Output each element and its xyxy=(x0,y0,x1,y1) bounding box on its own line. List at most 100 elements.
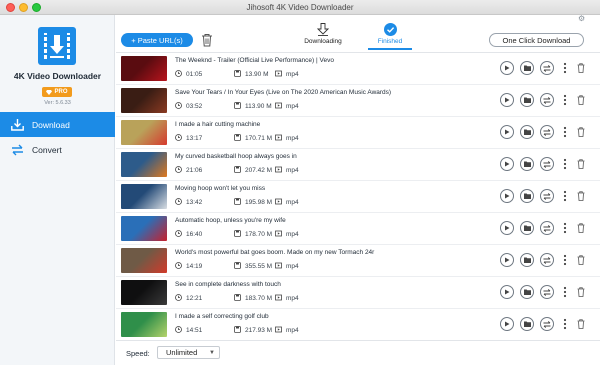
video-thumbnail[interactable] xyxy=(121,120,167,145)
open-folder-button[interactable] xyxy=(520,61,534,75)
clock-icon xyxy=(175,198,182,207)
open-folder-button[interactable] xyxy=(520,317,534,331)
video-thumbnail[interactable] xyxy=(121,248,167,273)
open-folder-button[interactable] xyxy=(520,285,534,299)
convert-button[interactable] xyxy=(540,189,554,203)
video-title: Moving hoop won't let you miss xyxy=(175,185,266,192)
check-circle-icon xyxy=(360,22,420,36)
delete-trash-icon[interactable] xyxy=(577,287,585,297)
sidebar-item-download[interactable]: Download xyxy=(0,112,115,137)
duration-value: 21:06 xyxy=(186,167,203,174)
play-button[interactable] xyxy=(500,93,514,107)
delete-trash-icon[interactable] xyxy=(577,63,585,73)
more-options-icon[interactable] xyxy=(562,158,568,170)
pro-badge: PRO xyxy=(42,87,72,97)
more-options-icon[interactable] xyxy=(562,318,568,330)
list-item[interactable]: Moving hoop won't let you miss 13:42 195.9… xyxy=(116,181,600,213)
list-item[interactable]: See in complete darkness with touch 12:21… xyxy=(116,277,600,309)
file-size-value: 183.70 M xyxy=(245,295,273,302)
delete-trash-icon[interactable] xyxy=(577,159,585,169)
sidebar: 4K Video Downloader PRO Ver: 5.6.33 Down… xyxy=(0,15,115,365)
file-size: 207.42 M xyxy=(234,166,272,175)
more-options-icon[interactable] xyxy=(562,286,568,298)
play-button[interactable] xyxy=(500,125,514,139)
list-item[interactable]: I made a self correcting golf club 14:51 2… xyxy=(116,309,600,341)
more-options-icon[interactable] xyxy=(562,126,568,138)
delete-trash-icon[interactable] xyxy=(577,223,585,233)
play-button[interactable] xyxy=(500,157,514,171)
open-folder-button[interactable] xyxy=(520,125,534,139)
convert-button[interactable] xyxy=(540,221,554,235)
duration: 16:40 xyxy=(175,230,202,239)
folder-icon xyxy=(523,97,531,103)
open-folder-button[interactable] xyxy=(520,221,534,235)
tab-downloading[interactable]: Downloading xyxy=(293,22,353,48)
video-title: The Weeknd - Trailer (Official Live Perf… xyxy=(175,57,334,64)
list-item[interactable]: The Weeknd - Trailer (Official Live Perf… xyxy=(116,53,600,85)
settings-gear-icon[interactable]: ⚙ xyxy=(578,15,586,23)
title-bar: Jihosoft 4K Video Downloader xyxy=(0,0,600,15)
format-value: mp4 xyxy=(286,167,299,174)
folder-icon xyxy=(523,193,531,199)
convert-button[interactable] xyxy=(540,285,554,299)
more-options-icon[interactable] xyxy=(562,94,568,106)
delete-trash-icon[interactable] xyxy=(577,255,585,265)
list-item[interactable]: World's most powerful bat goes boom. Mad… xyxy=(116,245,600,277)
file-size: 170.71 M xyxy=(234,134,272,143)
delete-trash-icon[interactable] xyxy=(577,319,585,329)
more-options-icon[interactable] xyxy=(562,222,568,234)
more-options-icon[interactable] xyxy=(562,62,568,74)
video-thumbnail[interactable] xyxy=(121,184,167,209)
play-button[interactable] xyxy=(500,61,514,75)
convert-icon xyxy=(543,320,551,328)
video-thumbnail[interactable] xyxy=(121,216,167,241)
open-folder-button[interactable] xyxy=(520,253,534,267)
open-folder-button[interactable] xyxy=(520,189,534,203)
list-item[interactable]: Save Your Tears / In Your Eyes (Live on … xyxy=(116,85,600,117)
speed-select[interactable]: Unlimited ▼ xyxy=(157,346,220,359)
format: mp4 xyxy=(275,198,299,207)
list-item[interactable]: I made a hair cutting machine 13:17 170.71… xyxy=(116,117,600,149)
speed-select-value: Unlimited xyxy=(166,348,198,357)
paste-url-button[interactable]: + Paste URL(s) xyxy=(121,33,193,47)
sidebar-item-convert[interactable]: Convert xyxy=(0,137,115,162)
convert-button[interactable] xyxy=(540,93,554,107)
file-size-value: 355.55 M xyxy=(245,263,273,270)
delete-trash-icon[interactable] xyxy=(577,95,585,105)
open-folder-button[interactable] xyxy=(520,93,534,107)
folder-icon xyxy=(523,161,531,167)
format: mp4 xyxy=(275,166,299,175)
delete-trash-icon[interactable] xyxy=(577,191,585,201)
convert-button[interactable] xyxy=(540,157,554,171)
tab-finished[interactable]: Finished xyxy=(360,22,420,50)
format: mp4 xyxy=(275,134,299,143)
format: mp4 xyxy=(275,294,299,303)
clear-all-trash-icon[interactable] xyxy=(201,33,213,47)
delete-trash-icon[interactable] xyxy=(577,127,585,137)
convert-button[interactable] xyxy=(540,317,554,331)
video-thumbnail[interactable] xyxy=(121,88,167,113)
open-folder-button[interactable] xyxy=(520,157,534,171)
more-options-icon[interactable] xyxy=(562,190,568,202)
video-thumbnail[interactable] xyxy=(121,152,167,177)
convert-icon xyxy=(543,160,551,168)
play-button[interactable] xyxy=(500,221,514,235)
list-item[interactable]: Automatic hoop, unless you're my wife 16:… xyxy=(116,213,600,245)
convert-button[interactable] xyxy=(540,61,554,75)
video-thumbnail[interactable] xyxy=(121,312,167,337)
play-button[interactable] xyxy=(500,285,514,299)
list-item[interactable]: My curved basketball hoop always goes in… xyxy=(116,149,600,181)
one-click-download-button[interactable]: One Click Download xyxy=(489,33,584,47)
play-button[interactable] xyxy=(500,317,514,331)
window-title: Jihosoft 4K Video Downloader xyxy=(246,3,354,12)
video-thumbnail[interactable] xyxy=(121,56,167,81)
play-button[interactable] xyxy=(500,253,514,267)
format-value: mp4 xyxy=(286,327,299,334)
convert-button[interactable] xyxy=(540,253,554,267)
more-options-icon[interactable] xyxy=(562,254,568,266)
play-icon xyxy=(505,129,510,135)
play-button[interactable] xyxy=(500,189,514,203)
convert-button[interactable] xyxy=(540,125,554,139)
video-file-icon xyxy=(275,198,282,207)
video-thumbnail[interactable] xyxy=(121,280,167,305)
